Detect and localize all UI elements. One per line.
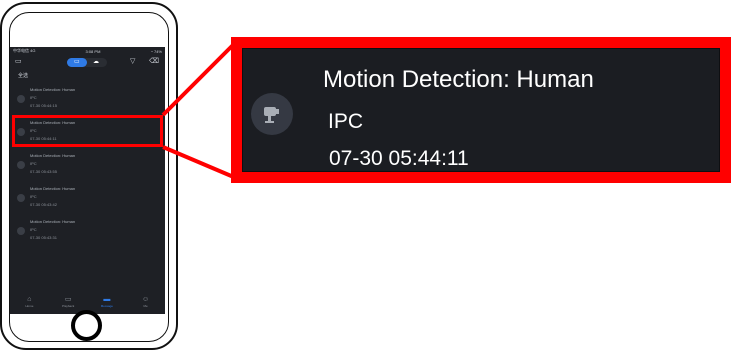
camera-thumbnail-icon	[17, 194, 25, 202]
tab-label: Home	[25, 304, 34, 308]
event-time: 07-30 05:43:31	[30, 235, 57, 240]
event-title: Motion Detection: Human	[30, 153, 76, 158]
callout-event-title: Motion Detection: Human	[323, 66, 594, 93]
tab-me[interactable]: ☺ Me	[132, 296, 160, 309]
list-view-icon[interactable]: ▭	[74, 58, 80, 67]
carrier-text: 中华电信 4G	[13, 48, 36, 53]
filter-icon[interactable]: ▽	[130, 58, 135, 66]
zoom-callout: Motion Detection: Human IPC 07-30 05:44:…	[231, 37, 731, 183]
list-item[interactable]: Motion Detection: Human IPC 07-30 05:43:…	[13, 152, 163, 180]
tab-playback[interactable]: ▭ Playback	[54, 296, 82, 309]
event-source: IPC	[30, 95, 37, 100]
callout-event-source: IPC	[328, 110, 364, 133]
tab-label: Message	[100, 304, 113, 308]
event-title: Motion Detection: Human	[30, 87, 76, 92]
tab-label: Playback	[62, 304, 75, 308]
trash-icon[interactable]: ⌫	[149, 58, 159, 66]
edit-icon[interactable]: ▭	[15, 58, 22, 66]
clock-text: 3:08 PM	[85, 48, 101, 54]
event-source: IPC	[30, 194, 37, 199]
event-time: 07-30 05:43:42	[30, 202, 57, 207]
event-title: Motion Detection: Human	[30, 219, 76, 224]
event-source: IPC	[30, 161, 37, 166]
camera-thumbnail-icon	[17, 227, 25, 235]
event-title: Motion Detection: Human	[30, 186, 76, 191]
home-button[interactable]	[71, 310, 102, 341]
event-time: 07-30 05:43:55	[30, 169, 57, 174]
playback-icon: ▭	[64, 296, 72, 303]
zoom-callout-panel: Motion Detection: Human IPC 07-30 05:44:…	[242, 48, 720, 172]
home-icon: ⌂	[27, 296, 32, 303]
event-source: IPC	[30, 227, 37, 232]
status-bar: 中华电信 4G 3:08 PM ◔ 74%	[10, 47, 165, 55]
list-item[interactable]: Motion Detection: Human IPC 07-30 05:43:…	[13, 185, 163, 213]
tab-message[interactable]: ▬ Message	[93, 296, 121, 309]
top-nav: ▭ ▭ ☁ ▽ ⌫	[10, 56, 165, 68]
profile-icon: ☺	[142, 296, 150, 303]
battery-text: ◔ 74%	[150, 48, 162, 54]
camera-thumbnail-icon	[17, 161, 25, 169]
list-item[interactable]: Motion Detection: Human IPC 07-30 05:43:…	[13, 218, 163, 246]
camera-icon	[264, 107, 279, 123]
highlight-box	[12, 115, 163, 147]
event-time: 07-30 05:44:15	[30, 103, 57, 108]
select-all-label[interactable]: 全选	[18, 72, 28, 79]
callout-event-time: 07-30 05:44:11	[329, 147, 469, 170]
camera-thumbnail-icon	[17, 95, 25, 103]
list-item[interactable]: Motion Detection: Human IPC 07-30 05:44:…	[13, 86, 163, 114]
camera-thumbnail-icon	[251, 93, 293, 135]
tab-home[interactable]: ⌂ Home	[15, 296, 43, 309]
tab-label: Me	[143, 304, 148, 308]
phone-screen: 中华电信 4G 3:08 PM ◔ 74% ▭ ▭ ☁ ▽ ⌫ 全选 Motio…	[10, 47, 165, 314]
cloud-view-icon[interactable]: ☁	[93, 58, 99, 67]
message-icon: ▬	[103, 296, 111, 303]
